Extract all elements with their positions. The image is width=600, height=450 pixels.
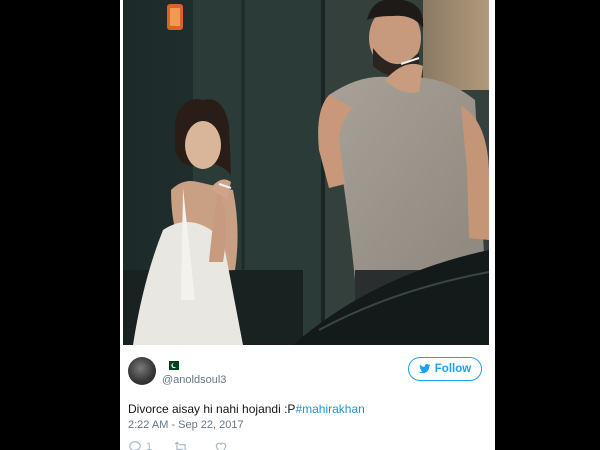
avatar[interactable] (128, 357, 156, 385)
retweet-action[interactable] (174, 440, 192, 450)
reply-count: 1 (146, 441, 153, 450)
tweet-photo[interactable] (123, 0, 489, 345)
heart-icon (215, 442, 227, 450)
user-handle[interactable]: @anoldsoul3 (162, 374, 226, 386)
tweet-actions: 1 (128, 440, 232, 450)
reply-icon (129, 441, 141, 450)
tweet-author: @anoldsoul3 Follow (120, 345, 495, 395)
follow-button[interactable]: Follow (408, 357, 482, 381)
hashtag-link[interactable]: #mahirakhan (295, 402, 364, 416)
tweet-body: Divorce aisay hi nahi hojandi :P (128, 402, 296, 416)
tweet-text: Divorce aisay hi nahi hojandi :P#mahirak… (128, 402, 365, 416)
pakistan-flag-icon (166, 361, 179, 370)
photo-illustration (123, 0, 489, 345)
like-action[interactable] (214, 440, 232, 450)
retweet-icon (174, 441, 188, 450)
tweet-timestamp[interactable]: 2:22 AM - Sep 22, 2017 (128, 419, 244, 431)
follow-label: Follow (434, 363, 472, 375)
twitter-bird-icon (418, 364, 431, 374)
reply-action[interactable]: 1 (128, 440, 152, 450)
tweet-card: @anoldsoul3 Follow Divorce aisay hi nahi… (120, 0, 495, 450)
